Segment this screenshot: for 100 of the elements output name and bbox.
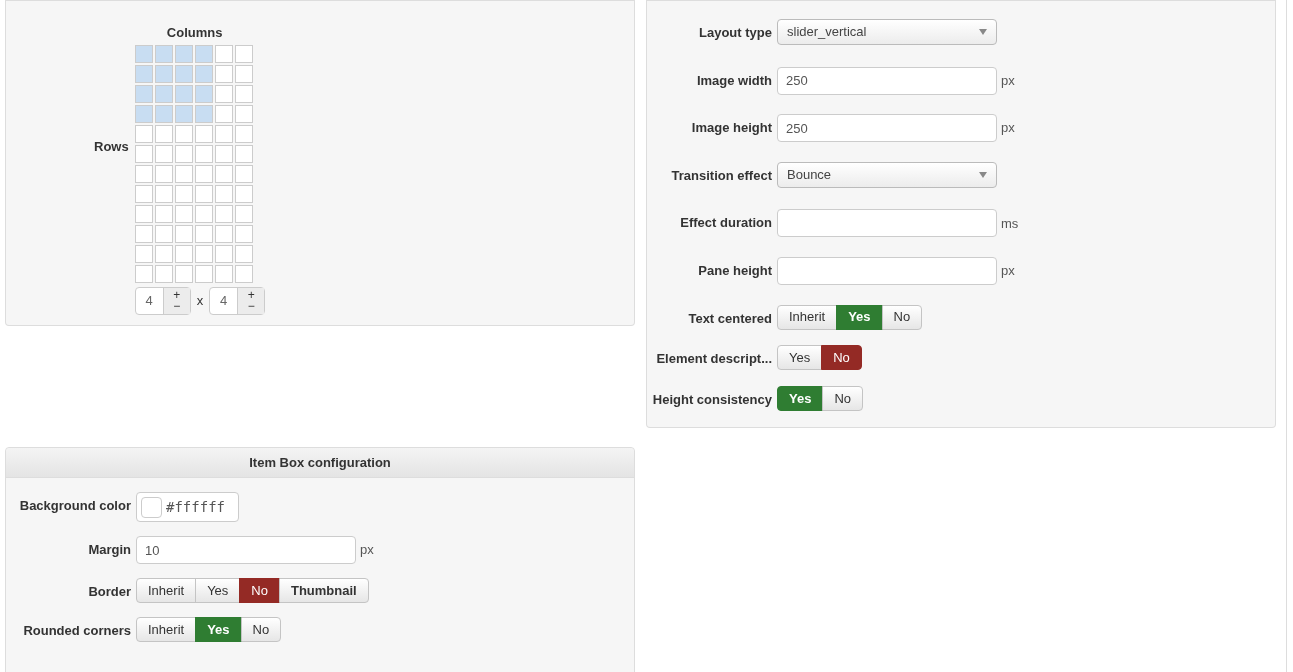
grid-cell[interactable] [174, 44, 193, 63]
grid-cell[interactable] [234, 264, 253, 283]
grid-cell[interactable] [194, 224, 213, 243]
toggle-option[interactable]: Yes [195, 617, 242, 642]
grid-cell[interactable] [174, 224, 193, 243]
grid-cell[interactable] [154, 224, 173, 243]
grid-cell[interactable] [214, 244, 233, 263]
grid-cell[interactable] [214, 104, 233, 123]
grid-cell[interactable] [194, 204, 213, 223]
grid-cell[interactable] [174, 184, 193, 203]
input-field[interactable] [777, 256, 997, 285]
toggle-option[interactable]: Yes [777, 345, 823, 371]
grid-cell[interactable] [134, 144, 153, 163]
grid-cell[interactable] [234, 64, 253, 83]
grid-cell[interactable] [234, 44, 253, 63]
grid-cell[interactable] [234, 84, 253, 103]
input-field[interactable]: 250 [777, 66, 997, 95]
grid-cell[interactable] [174, 244, 193, 263]
grid-cell[interactable] [154, 164, 173, 183]
grid-cell[interactable] [214, 44, 233, 63]
input-field[interactable]: 250 [777, 114, 997, 143]
input-field[interactable] [777, 209, 997, 238]
grid-cell[interactable] [194, 104, 213, 123]
number-spinner[interactable]: 4 + − [209, 286, 266, 315]
grid-cell[interactable] [154, 264, 173, 283]
input-field[interactable]: 10 [136, 536, 356, 564]
grid-cell[interactable] [154, 44, 173, 63]
grid-cell[interactable] [214, 164, 233, 183]
grid-cell[interactable] [154, 204, 173, 223]
grid-cell[interactable] [154, 64, 173, 83]
grid-cell[interactable] [234, 204, 253, 223]
grid-cell[interactable] [234, 184, 253, 203]
grid-cell[interactable] [174, 64, 193, 83]
grid-cell[interactable] [134, 124, 153, 143]
grid-cell[interactable] [174, 264, 193, 283]
toggle-option[interactable]: Yes [836, 304, 883, 330]
grid-cell[interactable] [134, 164, 153, 183]
grid-cell[interactable] [234, 224, 253, 243]
grid-cell[interactable] [134, 84, 153, 103]
toggle-option[interactable]: No [240, 617, 282, 642]
grid-cell[interactable] [134, 204, 153, 223]
increment-button[interactable]: + [247, 289, 255, 301]
toggle-option[interactable]: No [821, 345, 862, 371]
grid-cell[interactable] [214, 184, 233, 203]
grid-cell[interactable] [194, 124, 213, 143]
grid-cell[interactable] [174, 84, 193, 103]
grid-cell[interactable] [194, 164, 213, 183]
toggle-option[interactable]: Inherit [136, 578, 197, 603]
grid-cell[interactable] [234, 124, 253, 143]
color-field[interactable]: #ffffff [136, 492, 239, 522]
grid-cell[interactable] [194, 144, 213, 163]
grid-cell[interactable] [134, 224, 153, 243]
grid-cell[interactable] [214, 144, 233, 163]
toggle-option[interactable]: No [881, 304, 923, 330]
toggle-option[interactable]: No [239, 578, 280, 603]
grid-cell[interactable] [194, 264, 213, 283]
grid-cell[interactable] [214, 84, 233, 103]
grid-cell[interactable] [214, 124, 233, 143]
grid-cell[interactable] [174, 144, 193, 163]
grid-cell[interactable] [234, 104, 253, 123]
grid-cell[interactable] [154, 104, 173, 123]
grid-cell[interactable] [174, 104, 193, 123]
grid-cell[interactable] [194, 64, 213, 83]
toggle-option[interactable]: Yes [195, 578, 241, 603]
toggle-option[interactable]: Yes [777, 386, 824, 412]
toggle-option[interactable]: Thumbnail [279, 578, 369, 603]
grid-cell[interactable] [194, 184, 213, 203]
grid-cell[interactable] [194, 244, 213, 263]
grid-cell[interactable] [134, 64, 153, 83]
grid-cell[interactable] [214, 264, 233, 283]
grid-cell[interactable] [214, 204, 233, 223]
grid-cell[interactable] [134, 104, 153, 123]
grid-cell[interactable] [134, 264, 153, 283]
toggle-option[interactable]: No [822, 386, 864, 412]
grid-cell[interactable] [234, 144, 253, 163]
grid-cell[interactable] [234, 244, 253, 263]
number-spinner[interactable]: 4 + − [134, 286, 191, 315]
dropdown[interactable]: slider_vertical [777, 19, 997, 45]
grid-cell[interactable] [134, 44, 153, 63]
grid-cell[interactable] [154, 144, 173, 163]
grid-cell[interactable] [234, 164, 253, 183]
grid-cell[interactable] [154, 184, 173, 203]
grid-cell[interactable] [174, 124, 193, 143]
increment-button[interactable]: + [173, 289, 181, 301]
grid-cell[interactable] [174, 164, 193, 183]
decrement-button[interactable]: − [173, 300, 181, 312]
grid-cell[interactable] [194, 84, 213, 103]
grid-cell[interactable] [214, 224, 233, 243]
grid-cell[interactable] [174, 204, 193, 223]
grid-cell[interactable] [154, 124, 173, 143]
toggle-option[interactable]: Inherit [136, 617, 197, 642]
toggle-option[interactable]: Inherit [777, 304, 838, 330]
grid-cell[interactable] [194, 44, 213, 63]
grid-cell[interactable] [214, 64, 233, 83]
grid-cell[interactable] [134, 244, 153, 263]
dropdown[interactable]: Bounce [777, 161, 997, 188]
grid-cell[interactable] [154, 84, 173, 103]
grid-cell[interactable] [154, 244, 173, 263]
decrement-button[interactable]: − [247, 300, 255, 312]
grid-cell[interactable] [134, 184, 153, 203]
